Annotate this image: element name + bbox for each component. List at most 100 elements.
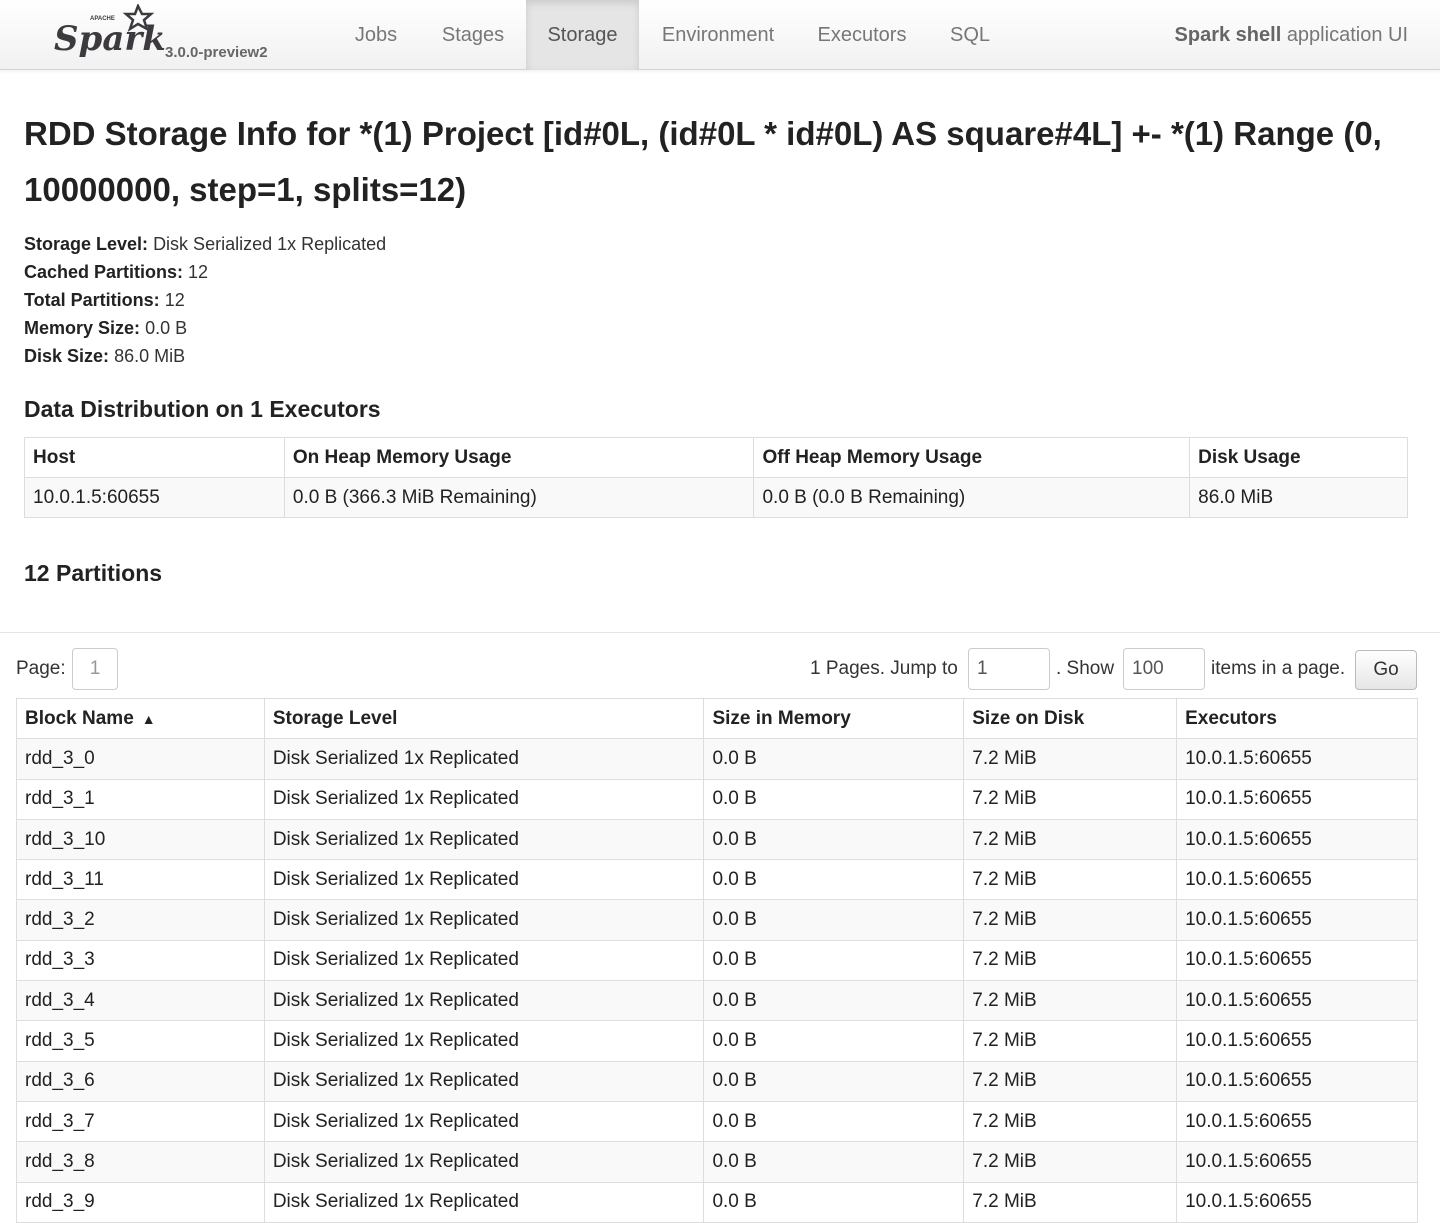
table-cell: Disk Serialized 1x Replicated [263,738,705,780]
table-cell: 10.0.1.5:60655 [1176,1141,1418,1183]
tab-storage[interactable]: Storage [526,0,639,70]
table-row: rdd_3_8 Disk Serialized 1x Replicated 0.0 … [16,1141,1418,1183]
table-cell: 0.0 B (366.3 MiB Remaining) [283,477,755,518]
table-cell: 7.2 MiB [963,859,1178,901]
tab-stages[interactable]: Stages [420,0,526,70]
tab-environment[interactable]: Environment [640,0,796,70]
table-cell: 10.0.1.5:60655 [1176,980,1418,1022]
table-cell: 0.0 B [703,778,965,820]
table-cell: 7.2 MiB [963,1181,1178,1223]
table-cell: 7.2 MiB [963,1060,1178,1102]
table-row: rdd_3_4 Disk Serialized 1x Replicated 0.0 … [16,980,1418,1022]
column-header-size-in-memory[interactable]: Size in Memory [703,697,965,740]
column-header-size-on-disk[interactable]: Size on Disk [963,697,1178,740]
table-cell: 10.0.1.5:60655 [1176,738,1418,780]
column-header[interactable]: Host [24,437,285,478]
table-cell: 0.0 B [703,980,965,1022]
table-cell: 0.0 B [703,859,965,901]
column-header-label: Block Name [25,707,134,729]
table-row: rdd_3_0 Disk Serialized 1x Replicated 0.0 … [16,738,1418,780]
logo-apache-text: APACHE [90,16,115,22]
summary-memory-size: Memory Size: 0.0 B [24,314,386,342]
column-header[interactable]: Disk Usage [1189,437,1408,478]
table-cell: 7.2 MiB [963,939,1178,982]
table-row: rdd_3_10 Disk Serialized 1x Replicated 0.0… [16,818,1418,861]
table-cell: Disk Serialized 1x Replicated [263,980,705,1022]
column-header[interactable]: On Heap Memory Usage [283,437,755,478]
table-row: rdd_3_5 Disk Serialized 1x Replicated 0.0 … [16,1020,1418,1062]
partitions-table: Block Name ▲ Storage Level Size in Memory… [16,697,1418,1223]
table-cell: rdd_3_3 [16,939,265,982]
go-button[interactable]: Go [1355,650,1417,690]
table-cell: 10.0.1.5:60655 [1176,818,1418,861]
table-row: rdd_3_9 Disk Serialized 1x Replicated 0.0 … [16,1181,1418,1223]
spark-logo-icon: Spark APACHE [54,4,165,59]
table-cell: Disk Serialized 1x Replicated [263,1020,705,1062]
table-row: rdd_3_2 Disk Serialized 1x Replicated 0.0 … [16,899,1418,941]
table-row: rdd_3_7 Disk Serialized 1x Replicated 0.0 … [16,1100,1418,1143]
column-header[interactable]: Off Heap Memory Usage [753,437,1191,478]
app-name-suffix: application UI [1286,24,1408,46]
table-row: rdd_3_1 Disk Serialized 1x Replicated 0.0 … [16,778,1418,820]
distribution-title: Data Distribution on 1 Executors [24,396,381,422]
divider [0,632,1440,633]
table-cell: 7.2 MiB [963,738,1178,780]
table-header-row: Host On Heap Memory Usage Off Heap Memor… [24,437,1408,478]
spark-logo-link[interactable]: Spark APACHE 3.0.0-preview2 [50,4,290,64]
table-row: rdd_3_3 Disk Serialized 1x Replicated 0.0 … [16,939,1418,982]
table-cell: Disk Serialized 1x Replicated [263,859,705,901]
column-header-executors[interactable]: Executors [1176,697,1418,740]
summary-value: 12 [164,290,185,310]
table-cell: 10.0.1.5:60655 [1176,1020,1418,1062]
page-size-input[interactable] [1123,648,1205,690]
summary-total-partitions: Total Partitions: 12 [24,286,386,314]
column-header-storage-level[interactable]: Storage Level [263,697,705,740]
distribution-table: Host On Heap Memory Usage Off Heap Memor… [24,437,1408,518]
table-cell: 0.0 B [703,818,965,861]
table-cell: rdd_3_9 [16,1181,265,1223]
jump-to-page-input[interactable] [968,648,1050,690]
table-cell: Disk Serialized 1x Replicated [263,778,705,820]
table-cell: 10.0.1.5:60655 [1176,939,1418,982]
pages-jump-label: 1 Pages. Jump to [810,658,958,679]
tab-sql[interactable]: SQL [929,0,1011,70]
summary-label: Total Partitions: [24,290,160,310]
column-header-block-name[interactable]: Block Name ▲ [16,697,265,740]
app-name: Spark shell application UI [1175,0,1408,70]
table-cell: 10.0.1.5:60655 [1176,1100,1418,1143]
table-cell: 0.0 B (0.0 B Remaining) [753,477,1191,518]
table-cell: Disk Serialized 1x Replicated [263,818,705,861]
spark-version: 3.0.0-preview2 [165,44,268,61]
partitions-title: 12 Partitions [24,560,163,586]
table-cell: 7.2 MiB [963,1141,1178,1183]
table-cell: 7.2 MiB [963,1020,1178,1062]
table-cell: 0.0 B [703,1060,965,1102]
table-cell: 7.2 MiB [963,899,1178,941]
items-label: items in a page. [1211,658,1346,679]
table-cell: 7.2 MiB [963,980,1178,1022]
table-cell: rdd_3_2 [16,899,265,941]
table-cell: 10.0.1.5:60655 [24,477,285,518]
tab-jobs[interactable]: Jobs [334,0,418,70]
summary-value: 12 [188,262,209,282]
table-header-row: Block Name ▲ Storage Level Size in Memory… [16,697,1418,740]
tab-executors[interactable]: Executors [797,0,927,70]
table-cell: 0.0 B [703,1100,965,1143]
table-cell: rdd_3_1 [16,778,265,820]
table-cell: rdd_3_8 [16,1141,265,1183]
summary-label: Cached Partitions: [24,262,184,282]
summary-value: Disk Serialized 1x Replicated [153,234,387,254]
summary-label: Memory Size: [24,318,141,338]
table-cell: 0.0 B [703,939,965,982]
table-row: rdd_3_11 Disk Serialized 1x Replicated 0.0… [16,859,1418,901]
table-row: rdd_3_6 Disk Serialized 1x Replicated 0.0 … [16,1060,1418,1102]
table-cell: 7.2 MiB [963,778,1178,820]
table-cell: Disk Serialized 1x Replicated [263,1100,705,1143]
table-cell: rdd_3_7 [16,1100,265,1143]
summary-value: 0.0 B [145,318,188,338]
table-cell: 10.0.1.5:60655 [1176,1181,1418,1223]
page-number-input[interactable] [72,648,118,690]
show-label: . Show [1056,658,1115,679]
table-cell: 10.0.1.5:60655 [1176,859,1418,901]
table-cell: rdd_3_0 [16,738,265,780]
